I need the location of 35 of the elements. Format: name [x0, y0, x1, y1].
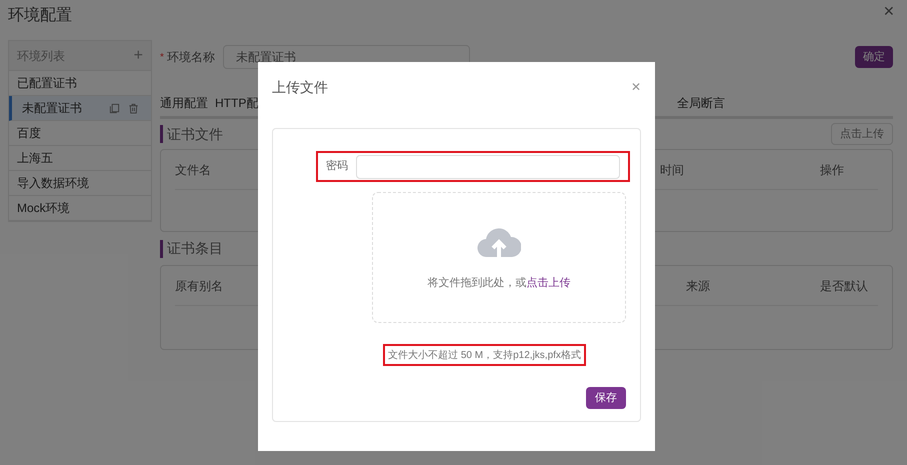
column-header: 原有别名 — [175, 278, 223, 294]
save-button[interactable]: 保存 — [586, 387, 626, 409]
password-field[interactable] — [356, 154, 620, 178]
upload-button[interactable]: 点击上传 — [831, 123, 893, 145]
sidebar-item[interactable]: 导入数据环境 — [9, 171, 151, 196]
required-mark: * — [160, 50, 164, 64]
upload-cloud-icon — [477, 226, 521, 259]
tab[interactable]: 全局断言 — [677, 94, 725, 112]
column-header: 文件名 — [175, 162, 211, 178]
section-title: 证书文件 — [167, 124, 223, 144]
dialog-title: 上传文件 — [272, 78, 328, 96]
section-title: 证书条目 — [167, 239, 223, 258]
field-label: 环境名称 — [166, 49, 215, 66]
password-label: 密码 — [326, 158, 348, 174]
file-hint: 文件大小不超过 50 M，支持p12,jks,pfx格式 — [383, 344, 586, 366]
column-header: 来源 — [686, 278, 710, 294]
tab[interactable]: 通用配置 — [160, 94, 208, 112]
drop-zone[interactable]: 将文件拖到此处，或点击上传 — [372, 192, 626, 323]
close-icon[interactable]: ✕ — [883, 4, 899, 40]
confirm-button[interactable]: 确定 — [855, 46, 893, 68]
sidebar-item[interactable]: 百度 — [9, 121, 151, 146]
sidebar-item[interactable]: 上海五 — [9, 146, 151, 171]
tab[interactable]: HTTP配 — [215, 94, 258, 112]
column-header: 是否默认 — [820, 278, 868, 294]
sidebar-item[interactable]: Mock环境 — [9, 196, 151, 221]
copy-icon[interactable] — [109, 102, 120, 114]
page-title: 环境配置 — [8, 6, 72, 26]
trash-icon[interactable] — [128, 102, 139, 114]
upload-link[interactable]: 点击上传 — [526, 277, 570, 289]
drop-hint: 将文件拖到此处，或点击上传 — [428, 276, 570, 291]
column-header: 操作 — [820, 162, 844, 178]
column-header: 时间 — [660, 162, 684, 178]
sidebar-item[interactable]: 未配置证书 — [9, 96, 151, 121]
close-icon[interactable]: ✕ — [631, 78, 641, 96]
add-icon[interactable]: + — [134, 48, 143, 64]
